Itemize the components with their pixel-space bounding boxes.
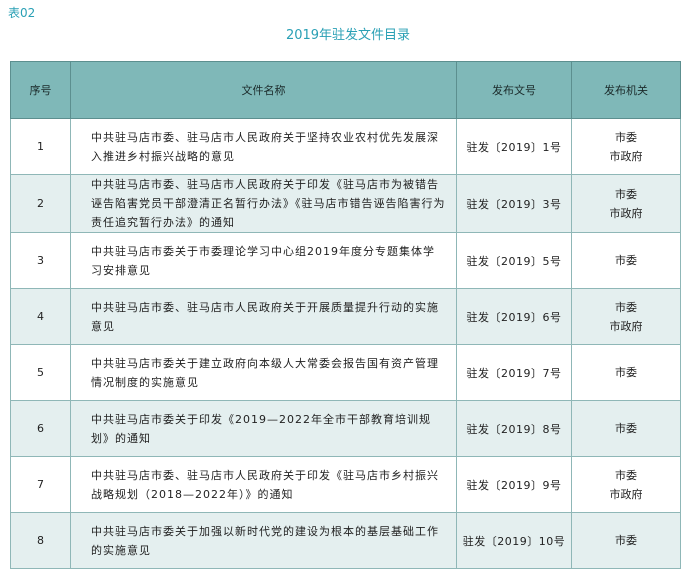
cell-document-name: 中共驻马店市委关于印发《2019—2022年全市干部教育培训规划》的通知 — [70, 400, 457, 457]
column-header-issuer: 发布机关 — [571, 61, 681, 119]
column-header-name: 文件名称 — [70, 61, 457, 119]
issuer-label: 市委 — [615, 534, 637, 547]
issuer-label: 市政府 — [609, 319, 643, 333]
cell-no: 4 — [10, 288, 71, 345]
cell-document-number: 驻发〔2019〕3号 — [456, 174, 572, 233]
cell-document-name: 中共驻马店市委、驻马店市人民政府关于印发《驻马店市乡村振兴战略规划（2018—2… — [70, 456, 457, 513]
cell-issuer: 市委 — [571, 512, 681, 569]
cell-no: 1 — [10, 118, 71, 175]
cell-no: 5 — [10, 344, 71, 401]
cell-document-name: 中共驻马店市委、驻马店市人民政府关于开展质量提升行动的实施意见 — [70, 288, 457, 345]
issuer-label: 市委 — [615, 130, 637, 144]
cell-no: 2 — [10, 174, 71, 233]
cell-document-number: 驻发〔2019〕9号 — [456, 456, 572, 513]
table-title: 2019年驻发文件目录 — [285, 28, 411, 43]
cell-issuer: 市委 — [571, 232, 681, 289]
column-header-number: 发布文号 — [456, 61, 572, 119]
cell-no: 8 — [10, 512, 71, 569]
cell-document-number: 驻发〔2019〕7号 — [456, 344, 572, 401]
issuer-label: 市委 — [615, 468, 637, 482]
table-row: 5 中共驻马店市委关于建立政府向本级人大常委会报告国有资产管理情况制度的实施意见驻… — [10, 344, 681, 401]
table-row: 3 中共驻马店市委关于市委理论学习中心组2019年度分专题集体学习安排意见 驻发〔2… — [10, 232, 681, 289]
cell-document-number: 驻发〔2019〕5号 — [456, 232, 572, 289]
table-row: 4 中共驻马店市委、驻马店市人民政府关于开展质量提升行动的实施意见 驻发〔2019〕… — [10, 288, 681, 345]
cell-issuer: 市委 — [571, 344, 681, 401]
table-row: 7 中共驻马店市委、驻马店市人民政府关于印发《驻马店市乡村振兴战略规划（2018—… — [10, 456, 681, 513]
cell-document-name: 中共驻马店市委关于加强以新时代党的建设为根本的基层基础工作的实施意见 — [70, 512, 457, 569]
cell-issuer: 市委 市政府 — [571, 288, 681, 345]
cell-issuer: 市委 — [571, 400, 681, 457]
table-row: 1 中共驻马店市委、驻马店市人民政府关于坚持农业农村优先发展深入推进乡村振兴战略的… — [10, 118, 681, 175]
column-header-no: 序号 — [10, 61, 71, 119]
cell-document-name: 中共驻马店市委、驻马店市人民政府关于印发《驻马店市为被错告诬告陷害党员干部澄清正… — [70, 174, 457, 233]
cell-document-name: 中共驻马店市委关于市委理论学习中心组2019年度分专题集体学习安排意见 — [70, 232, 457, 289]
table-header-row: 序号 文件名称 发布文号 发布机关 — [10, 61, 681, 119]
cell-document-number: 驻发〔2019〕10号 — [456, 512, 572, 569]
cell-no: 3 — [10, 232, 71, 289]
issuer-label: 市委 — [615, 366, 637, 379]
cell-document-number: 驻发〔2019〕8号 — [456, 400, 572, 457]
cell-document-name: 中共驻马店市委关于建立政府向本级人大常委会报告国有资产管理情况制度的实施意见 — [70, 344, 457, 401]
issuer-label: 市委 — [615, 254, 637, 267]
cell-no: 6 — [10, 400, 71, 457]
cell-document-number: 驻发〔2019〕6号 — [456, 288, 572, 345]
cell-issuer: 市委 市政府 — [571, 118, 681, 175]
table-row: 8 中共驻马店市委关于加强以新时代党的建设为根本的基层基础工作的实施意见 驻发〔20… — [10, 512, 681, 569]
issuer-label: 市政府 — [609, 206, 643, 220]
table-tag: 表02 — [8, 6, 36, 20]
cell-issuer: 市委 市政府 — [571, 174, 681, 233]
issuer-label: 市委 — [615, 187, 637, 201]
issuer-label: 市政府 — [609, 487, 643, 501]
issuer-label: 市委 — [615, 300, 637, 314]
table-row: 6 中共驻马店市委关于印发《2019—2022年全市干部教育培训规划》的通知 驻发〔… — [10, 400, 681, 457]
cell-no: 7 — [10, 456, 71, 513]
issuer-label: 市委 — [615, 422, 637, 435]
cell-document-number: 驻发〔2019〕1号 — [456, 118, 572, 175]
cell-document-name: 中共驻马店市委、驻马店市人民政府关于坚持农业农村优先发展深入推进乡村振兴战略的意… — [70, 118, 457, 175]
cell-issuer: 市委 市政府 — [571, 456, 681, 513]
document-catalog-table: 序号 文件名称 发布文号 发布机关 1 中共驻马店市委、驻马店市人民政府关于坚持农… — [10, 61, 681, 569]
table-row: 2 中共驻马店市委、驻马店市人民政府关于印发《驻马店市为被错告诬告陷害党员干部澄清… — [10, 174, 681, 233]
issuer-label: 市政府 — [609, 149, 643, 163]
